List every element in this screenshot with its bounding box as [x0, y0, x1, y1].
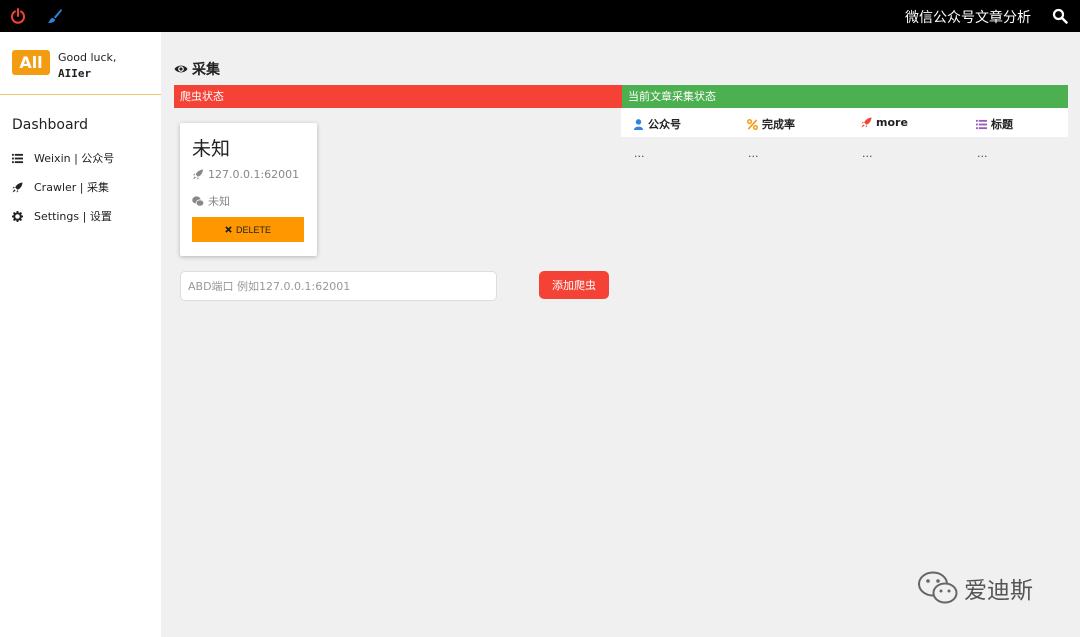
- close-icon: [225, 226, 232, 233]
- list-icon: [12, 153, 23, 163]
- sidebar-item-crawler[interactable]: Crawler | 采集: [12, 178, 109, 196]
- sidebar-item-weixin[interactable]: Weixin | 公众号: [12, 149, 114, 167]
- delete-button[interactable]: DELETE: [192, 217, 304, 242]
- table-cell: ...: [862, 147, 873, 160]
- sidebar-item-settings[interactable]: Settings | 设置: [12, 207, 112, 225]
- crawler-card: 未知 127.0.0.1:62001 未知 DELETE: [180, 123, 317, 256]
- rocket-icon: [861, 117, 872, 128]
- column-header-label: more: [876, 116, 908, 129]
- column-header-more: more: [861, 116, 908, 129]
- page-title: 采集: [174, 59, 220, 79]
- user-icon: [633, 118, 644, 130]
- brush-icon[interactable]: [47, 8, 63, 24]
- add-crawler-button[interactable]: 添加爬虫: [539, 271, 609, 299]
- crawler-card-title: 未知: [192, 138, 231, 160]
- user-box: All Good luck, AIIer: [0, 32, 161, 95]
- sidebar: All Good luck, AIIer Dashboard Weixin | …: [0, 32, 161, 637]
- sidebar-item-label: Settings | 设置: [34, 210, 112, 223]
- article-status-header: 当前文章采集状态: [622, 85, 1068, 108]
- sidebar-item-label: Crawler | 采集: [34, 181, 109, 194]
- crawler-status-text: 未知: [208, 195, 230, 208]
- adb-port-input[interactable]: [180, 271, 497, 301]
- column-header-account: 公众号: [633, 116, 681, 132]
- table-cell: ...: [748, 147, 759, 160]
- watermark-text: 爱迪斯: [964, 578, 1033, 604]
- article-status-table: 公众号 完成率 more 标题 ... ... ... ...: [621, 108, 1068, 160]
- eye-icon: [174, 65, 188, 73]
- crawler-wechat-status: 未知: [192, 193, 230, 209]
- list-icon: [976, 119, 987, 129]
- percent-icon: [747, 118, 758, 130]
- crawler-address: 127.0.0.1:62001: [192, 168, 299, 181]
- username: AIIer: [58, 67, 92, 80]
- wechat-icon: [918, 571, 958, 604]
- wechat-icon: [192, 195, 204, 207]
- greeting-text: Good luck,: [58, 51, 117, 64]
- rocket-icon: [12, 181, 23, 193]
- column-header-title: 标题: [976, 116, 1013, 132]
- top-bar: 微信公众号文章分析: [0, 0, 1080, 32]
- delete-button-label: DELETE: [235, 224, 271, 235]
- table-cell: ...: [634, 147, 645, 160]
- nav-heading-dashboard[interactable]: Dashboard: [12, 117, 88, 133]
- power-icon[interactable]: [10, 8, 26, 24]
- page-title-text: 采集: [192, 62, 220, 78]
- gear-icon: [12, 210, 23, 222]
- crawler-address-text: 127.0.0.1:62001: [208, 168, 300, 181]
- column-header-label: 标题: [991, 118, 1013, 131]
- app-title: 微信公众号文章分析: [905, 10, 1031, 26]
- column-header-label: 完成率: [762, 118, 795, 131]
- column-header-label: 公众号: [648, 118, 681, 131]
- watermark: 爱迪斯: [917, 570, 1033, 606]
- sidebar-item-label: Weixin | 公众号: [34, 152, 115, 165]
- main-content: 采集 爬虫状态 当前文章采集状态 未知 127.0.0.1:62001 未知 D…: [161, 32, 1080, 637]
- avatar: All: [12, 50, 50, 75]
- search-icon[interactable]: [1052, 8, 1068, 24]
- rocket-icon: [192, 169, 204, 180]
- table-header: 公众号 完成率 more 标题: [621, 108, 1068, 137]
- column-header-completion: 完成率: [747, 116, 795, 132]
- crawler-status-header: 爬虫状态: [174, 85, 622, 108]
- table-cell: ...: [977, 147, 988, 160]
